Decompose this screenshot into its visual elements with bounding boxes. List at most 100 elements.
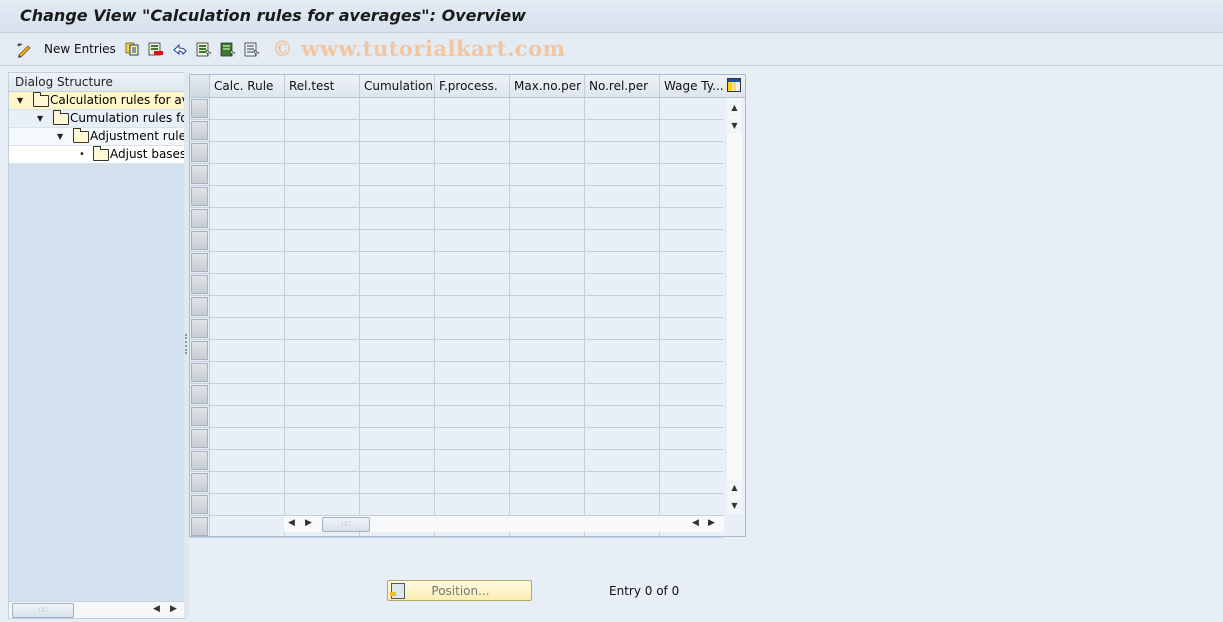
table-cell[interactable]: [284, 142, 360, 163]
table-cell[interactable]: [284, 252, 360, 273]
table-cell[interactable]: [584, 318, 660, 339]
table-row[interactable]: [190, 274, 723, 296]
table-cell[interactable]: [584, 274, 660, 295]
table-cell[interactable]: [509, 230, 585, 251]
undo-button[interactable]: [172, 40, 187, 58]
table-cell[interactable]: [509, 98, 585, 119]
table-cell[interactable]: [659, 384, 724, 405]
sidebar-horizontal-scrollbar[interactable]: ∷∷ ◀ ▶: [9, 601, 185, 618]
scroll-thumb[interactable]: ∷∷: [12, 603, 74, 618]
table-cell[interactable]: [434, 252, 510, 273]
table-cell[interactable]: [284, 230, 360, 251]
tree-item-cumulation-rules[interactable]: ▼ Cumulation rules for: [9, 110, 185, 128]
table-row[interactable]: [190, 362, 723, 384]
table-cell[interactable]: [359, 98, 435, 119]
table-cell[interactable]: [209, 164, 285, 185]
deselect-all-button[interactable]: [244, 40, 261, 58]
table-cell[interactable]: [659, 208, 724, 229]
row-selector-button[interactable]: [191, 297, 208, 316]
table-cell[interactable]: [509, 208, 585, 229]
table-cell[interactable]: [284, 296, 360, 317]
scroll-left-icon[interactable]: ◀: [153, 604, 160, 614]
table-cell[interactable]: [284, 428, 360, 449]
table-cell[interactable]: [584, 406, 660, 427]
row-selector-button[interactable]: [191, 385, 208, 404]
table-row[interactable]: [190, 494, 723, 516]
table-row[interactable]: [190, 230, 723, 252]
table-cell[interactable]: [359, 230, 435, 251]
table-cell[interactable]: [434, 472, 510, 493]
select-all-button[interactable]: [196, 40, 213, 58]
table-cell[interactable]: [359, 120, 435, 141]
table-row[interactable]: [190, 208, 723, 230]
table-row[interactable]: [190, 252, 723, 274]
table-cell[interactable]: [359, 274, 435, 295]
table-cell[interactable]: [284, 384, 360, 405]
scroll-page-up-icon[interactable]: ▲: [727, 480, 742, 496]
row-selector-button[interactable]: [191, 473, 208, 492]
table-cell[interactable]: [359, 340, 435, 361]
column-settings-icon[interactable]: [727, 78, 741, 92]
table-cell[interactable]: [434, 362, 510, 383]
table-cell[interactable]: [434, 450, 510, 471]
table-cell[interactable]: [659, 252, 724, 273]
table-cell[interactable]: [284, 318, 360, 339]
row-selector-button[interactable]: [191, 319, 208, 338]
table-cell[interactable]: [434, 384, 510, 405]
table-cell[interactable]: [584, 142, 660, 163]
tree-item-calculation-rules[interactable]: ▼ Calculation rules for aver: [9, 92, 185, 110]
row-selector-button[interactable]: [191, 429, 208, 448]
table-cell[interactable]: [659, 362, 724, 383]
table-cell[interactable]: [209, 406, 285, 427]
table-cell[interactable]: [284, 98, 360, 119]
table-cell[interactable]: [434, 142, 510, 163]
table-cell[interactable]: [434, 428, 510, 449]
table-cell[interactable]: [509, 428, 585, 449]
table-cell[interactable]: [209, 142, 285, 163]
column-header-f-process[interactable]: F.process.: [434, 75, 510, 97]
table-cell[interactable]: [284, 406, 360, 427]
table-cell[interactable]: [509, 450, 585, 471]
row-selector-button[interactable]: [191, 517, 208, 536]
table-cell[interactable]: [659, 230, 724, 251]
table-row[interactable]: [190, 296, 723, 318]
table-cell[interactable]: [284, 208, 360, 229]
table-cell[interactable]: [584, 186, 660, 207]
table-cell[interactable]: [209, 186, 285, 207]
table-cell[interactable]: [209, 362, 285, 383]
table-cell[interactable]: [209, 120, 285, 141]
table-row[interactable]: [190, 406, 723, 428]
position-button[interactable]: Position...: [387, 580, 532, 601]
table-cell[interactable]: [659, 120, 724, 141]
table-cell[interactable]: [584, 494, 660, 515]
row-selector-button[interactable]: [191, 451, 208, 470]
table-cell[interactable]: [584, 428, 660, 449]
table-cell[interactable]: [584, 472, 660, 493]
table-cell[interactable]: [434, 164, 510, 185]
table-cell[interactable]: [434, 274, 510, 295]
table-cell[interactable]: [659, 472, 724, 493]
scroll-left-end-icon[interactable]: ◀: [692, 518, 699, 528]
table-cell[interactable]: [509, 142, 585, 163]
table-cell[interactable]: [359, 450, 435, 471]
table-cell[interactable]: [359, 318, 435, 339]
column-header-wage-type[interactable]: Wage Ty...: [659, 75, 728, 97]
table-cell[interactable]: [209, 494, 285, 515]
table-cell[interactable]: [584, 164, 660, 185]
table-cell[interactable]: [659, 450, 724, 471]
table-cell[interactable]: [209, 274, 285, 295]
table-cell[interactable]: [509, 406, 585, 427]
table-cell[interactable]: [284, 362, 360, 383]
table-cell[interactable]: [509, 252, 585, 273]
table-cell[interactable]: [434, 186, 510, 207]
table-cell[interactable]: [509, 120, 585, 141]
table-cell[interactable]: [584, 362, 660, 383]
table-cell[interactable]: [509, 340, 585, 361]
row-selector-button[interactable]: [191, 407, 208, 426]
table-cell[interactable]: [434, 406, 510, 427]
table-cell[interactable]: [434, 230, 510, 251]
table-cell[interactable]: [209, 318, 285, 339]
scroll-right-icon[interactable]: ▶: [305, 518, 312, 528]
row-selector-button[interactable]: [191, 231, 208, 250]
table-cell[interactable]: [209, 230, 285, 251]
